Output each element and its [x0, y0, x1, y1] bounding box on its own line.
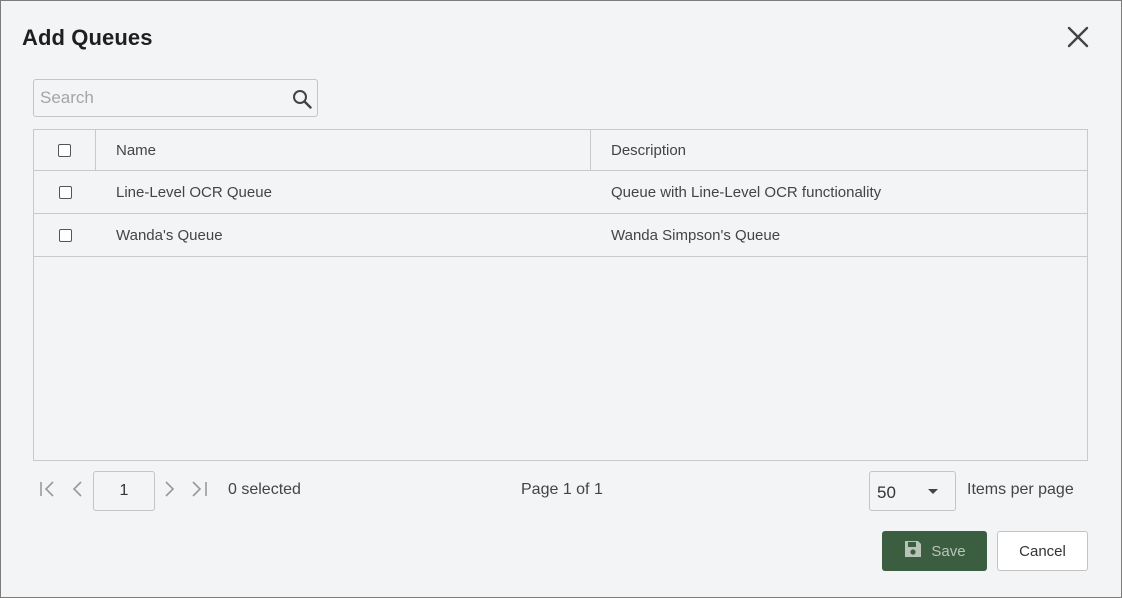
queues-table: Name Description Line-Level OCR Queue Qu…: [33, 129, 1088, 461]
items-per-page-label: Items per page: [967, 481, 1074, 498]
select-all-cell: [34, 130, 96, 170]
save-button-label: Save: [931, 542, 966, 560]
close-icon: [1067, 26, 1089, 53]
close-button[interactable]: [1063, 24, 1093, 54]
row-description: Wanda Simpson's Queue: [611, 226, 781, 244]
table-header-row: Name Description: [34, 130, 1087, 171]
previous-page-button[interactable]: [69, 480, 85, 502]
next-page-button[interactable]: [162, 480, 178, 502]
first-page-button[interactable]: [38, 480, 58, 502]
page-info: Page 1 of 1: [521, 481, 603, 498]
search-box: [33, 79, 318, 117]
column-header-name[interactable]: Name: [116, 130, 586, 170]
row-description: Queue with Line-Level OCR functionality: [611, 183, 882, 201]
page-number-input[interactable]: 1: [93, 471, 155, 511]
select-all-checkbox[interactable]: [58, 143, 71, 157]
table-row[interactable]: Wanda's Queue Wanda Simpson's Queue: [34, 214, 1087, 257]
previous-page-icon: [70, 480, 84, 503]
add-queues-dialog: Add Queues Name Description: [0, 0, 1122, 598]
next-page-icon: [163, 480, 177, 503]
table-row[interactable]: Line-Level OCR Queue Queue with Line-Lev…: [34, 171, 1087, 214]
last-page-icon: [189, 480, 209, 503]
row-name: Wanda's Queue: [116, 226, 223, 244]
first-page-icon: [38, 480, 58, 503]
chevron-down-icon: [928, 489, 938, 494]
save-button[interactable]: Save: [882, 531, 987, 571]
row-checkbox[interactable]: [58, 185, 72, 199]
items-per-page-select[interactable]: 50: [869, 471, 956, 511]
search-icon[interactable]: [291, 88, 313, 110]
row-name: Line-Level OCR Queue: [116, 183, 272, 201]
column-divider: [590, 130, 591, 171]
dialog-title: Add Queues: [22, 25, 153, 50]
selected-count: 0 selected: [228, 481, 301, 498]
row-check-cell: [34, 214, 96, 256]
column-header-description[interactable]: Description: [611, 130, 1081, 170]
floppy-disk-icon: [903, 539, 923, 564]
search-input[interactable]: [34, 80, 279, 116]
cancel-button[interactable]: Cancel: [997, 531, 1088, 571]
last-page-button[interactable]: [189, 480, 209, 502]
row-check-cell: [34, 171, 96, 213]
items-per-page-value: 50: [877, 483, 896, 502]
row-checkbox[interactable]: [58, 228, 72, 242]
